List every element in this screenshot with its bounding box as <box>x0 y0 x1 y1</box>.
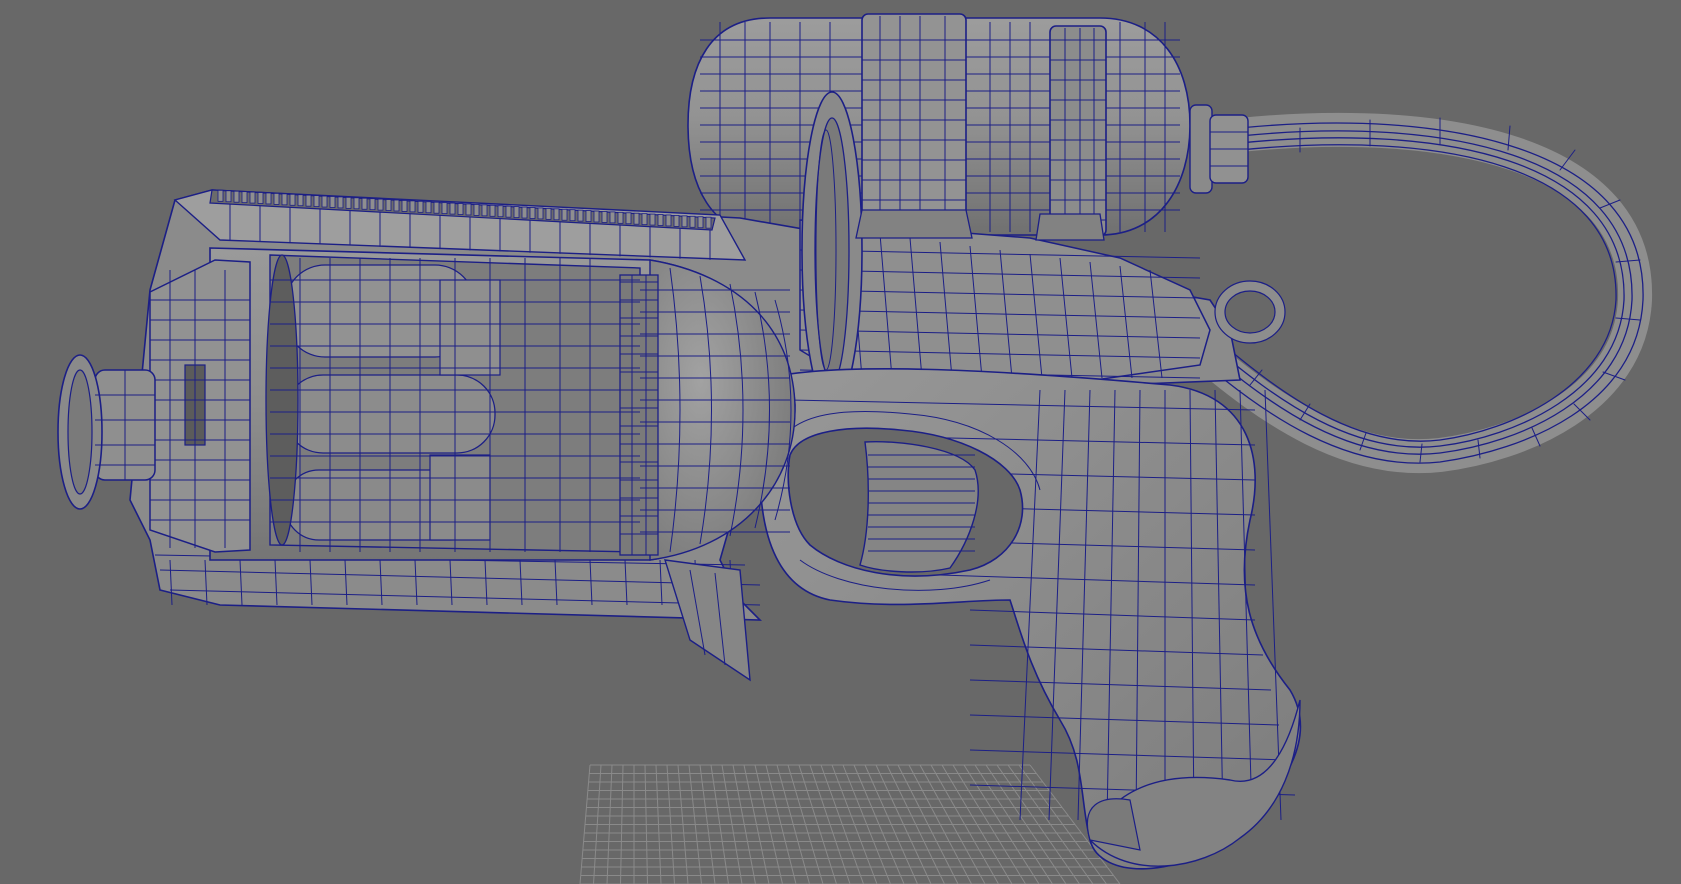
tank-band-right <box>1049 25 1107 237</box>
hammer-sling-loop[interactable] <box>1214 280 1286 344</box>
fuel-tank[interactable] <box>687 13 1191 243</box>
tank-nozzle[interactable] <box>1189 104 1249 194</box>
ring-sight[interactable] <box>801 91 863 409</box>
underside-fin <box>664 559 751 682</box>
trigger[interactable] <box>859 441 979 573</box>
cylinder-ratchet <box>619 274 659 556</box>
front-plate[interactable] <box>149 259 251 553</box>
ground-grid <box>579 764 1121 884</box>
tank-band-left <box>861 13 967 243</box>
revolver-cylinder[interactable] <box>265 254 641 553</box>
maya-viewport[interactable] <box>0 0 1681 884</box>
scene-canvas[interactable] <box>0 0 1681 884</box>
